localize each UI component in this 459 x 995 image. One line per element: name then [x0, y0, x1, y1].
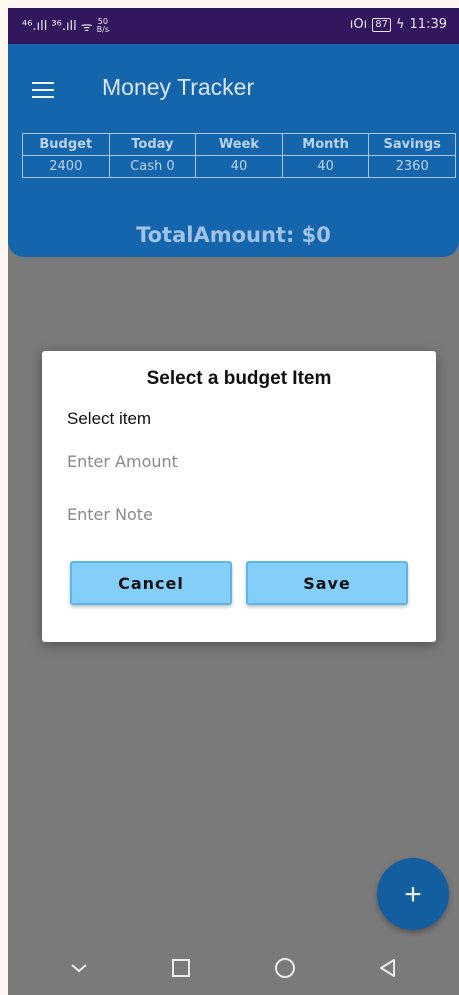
stats-value-savings: 2360: [368, 155, 456, 178]
network-speed: 50 B/s: [97, 18, 109, 34]
signal-icon-2: ³⁶.ıll: [51, 18, 77, 34]
charging-icon: ϟ: [395, 17, 405, 32]
back-icon[interactable]: [377, 957, 399, 979]
vibrate-icon: ıO͏ı: [349, 17, 368, 32]
recents-icon[interactable]: [170, 957, 192, 979]
stats-header-budget: Budget: [22, 133, 110, 156]
select-item-spinner[interactable]: Select item: [67, 409, 151, 429]
stats-table: Budget Today Week Month Savings 2400 Cas…: [22, 133, 456, 178]
save-button[interactable]: Save: [246, 561, 408, 605]
home-icon[interactable]: [273, 956, 297, 980]
add-fab-button[interactable]: +: [377, 858, 449, 930]
collapse-icon[interactable]: [68, 961, 90, 975]
signal-icon-1: ⁴⁶.ıll: [22, 18, 48, 34]
stats-value-row: 2400 Cash 0 40 40 2360: [22, 155, 456, 178]
stats-value-month: 40: [281, 155, 370, 178]
cancel-button[interactable]: Cancel: [70, 561, 232, 605]
status-left: ⁴⁶.ıll ³⁶.ıll ᯤ 50 B/s: [22, 17, 109, 36]
battery-icon: 87: [372, 17, 391, 32]
speed-unit: B/s: [96, 25, 110, 34]
stats-header-savings: Savings: [368, 133, 456, 156]
stats-header-row: Budget Today Week Month Savings: [22, 133, 456, 156]
stats-header-month: Month: [281, 133, 370, 156]
status-right: ıO͏ı 87 ϟ 11:39: [350, 17, 447, 32]
stats-value-budget: 2400: [22, 155, 110, 178]
budget-item-dialog: Select a budget Item Select item Cancel …: [42, 351, 436, 642]
stats-header-today: Today: [108, 133, 197, 156]
menu-icon[interactable]: [32, 82, 54, 98]
stats-value-today: Cash 0: [108, 155, 197, 178]
system-nav-bar: [8, 941, 459, 995]
status-bar: ⁴⁶.ıll ³⁶.ıll ᯤ 50 B/s ıO͏ı 87 ϟ 11:39: [8, 8, 459, 44]
amount-input[interactable]: [67, 449, 407, 473]
dialog-title: Select a budget Item: [146, 368, 332, 389]
stats-header-week: Week: [195, 133, 283, 156]
total-amount: TotalAmount: $0: [136, 223, 331, 247]
clock: 11:39: [409, 17, 447, 32]
wifi-icon: ᯤ: [80, 20, 93, 35]
app-screen: ⁴⁶.ıll ³⁶.ıll ᯤ 50 B/s ıO͏ı 87 ϟ 11:39 M…: [8, 8, 459, 995]
note-input[interactable]: [67, 502, 407, 526]
stats-value-week: 40: [195, 155, 283, 178]
app-title: Money Tracker: [102, 74, 255, 100]
app-bar: Money Tracker Budget Today Week Month Sa…: [8, 44, 459, 257]
